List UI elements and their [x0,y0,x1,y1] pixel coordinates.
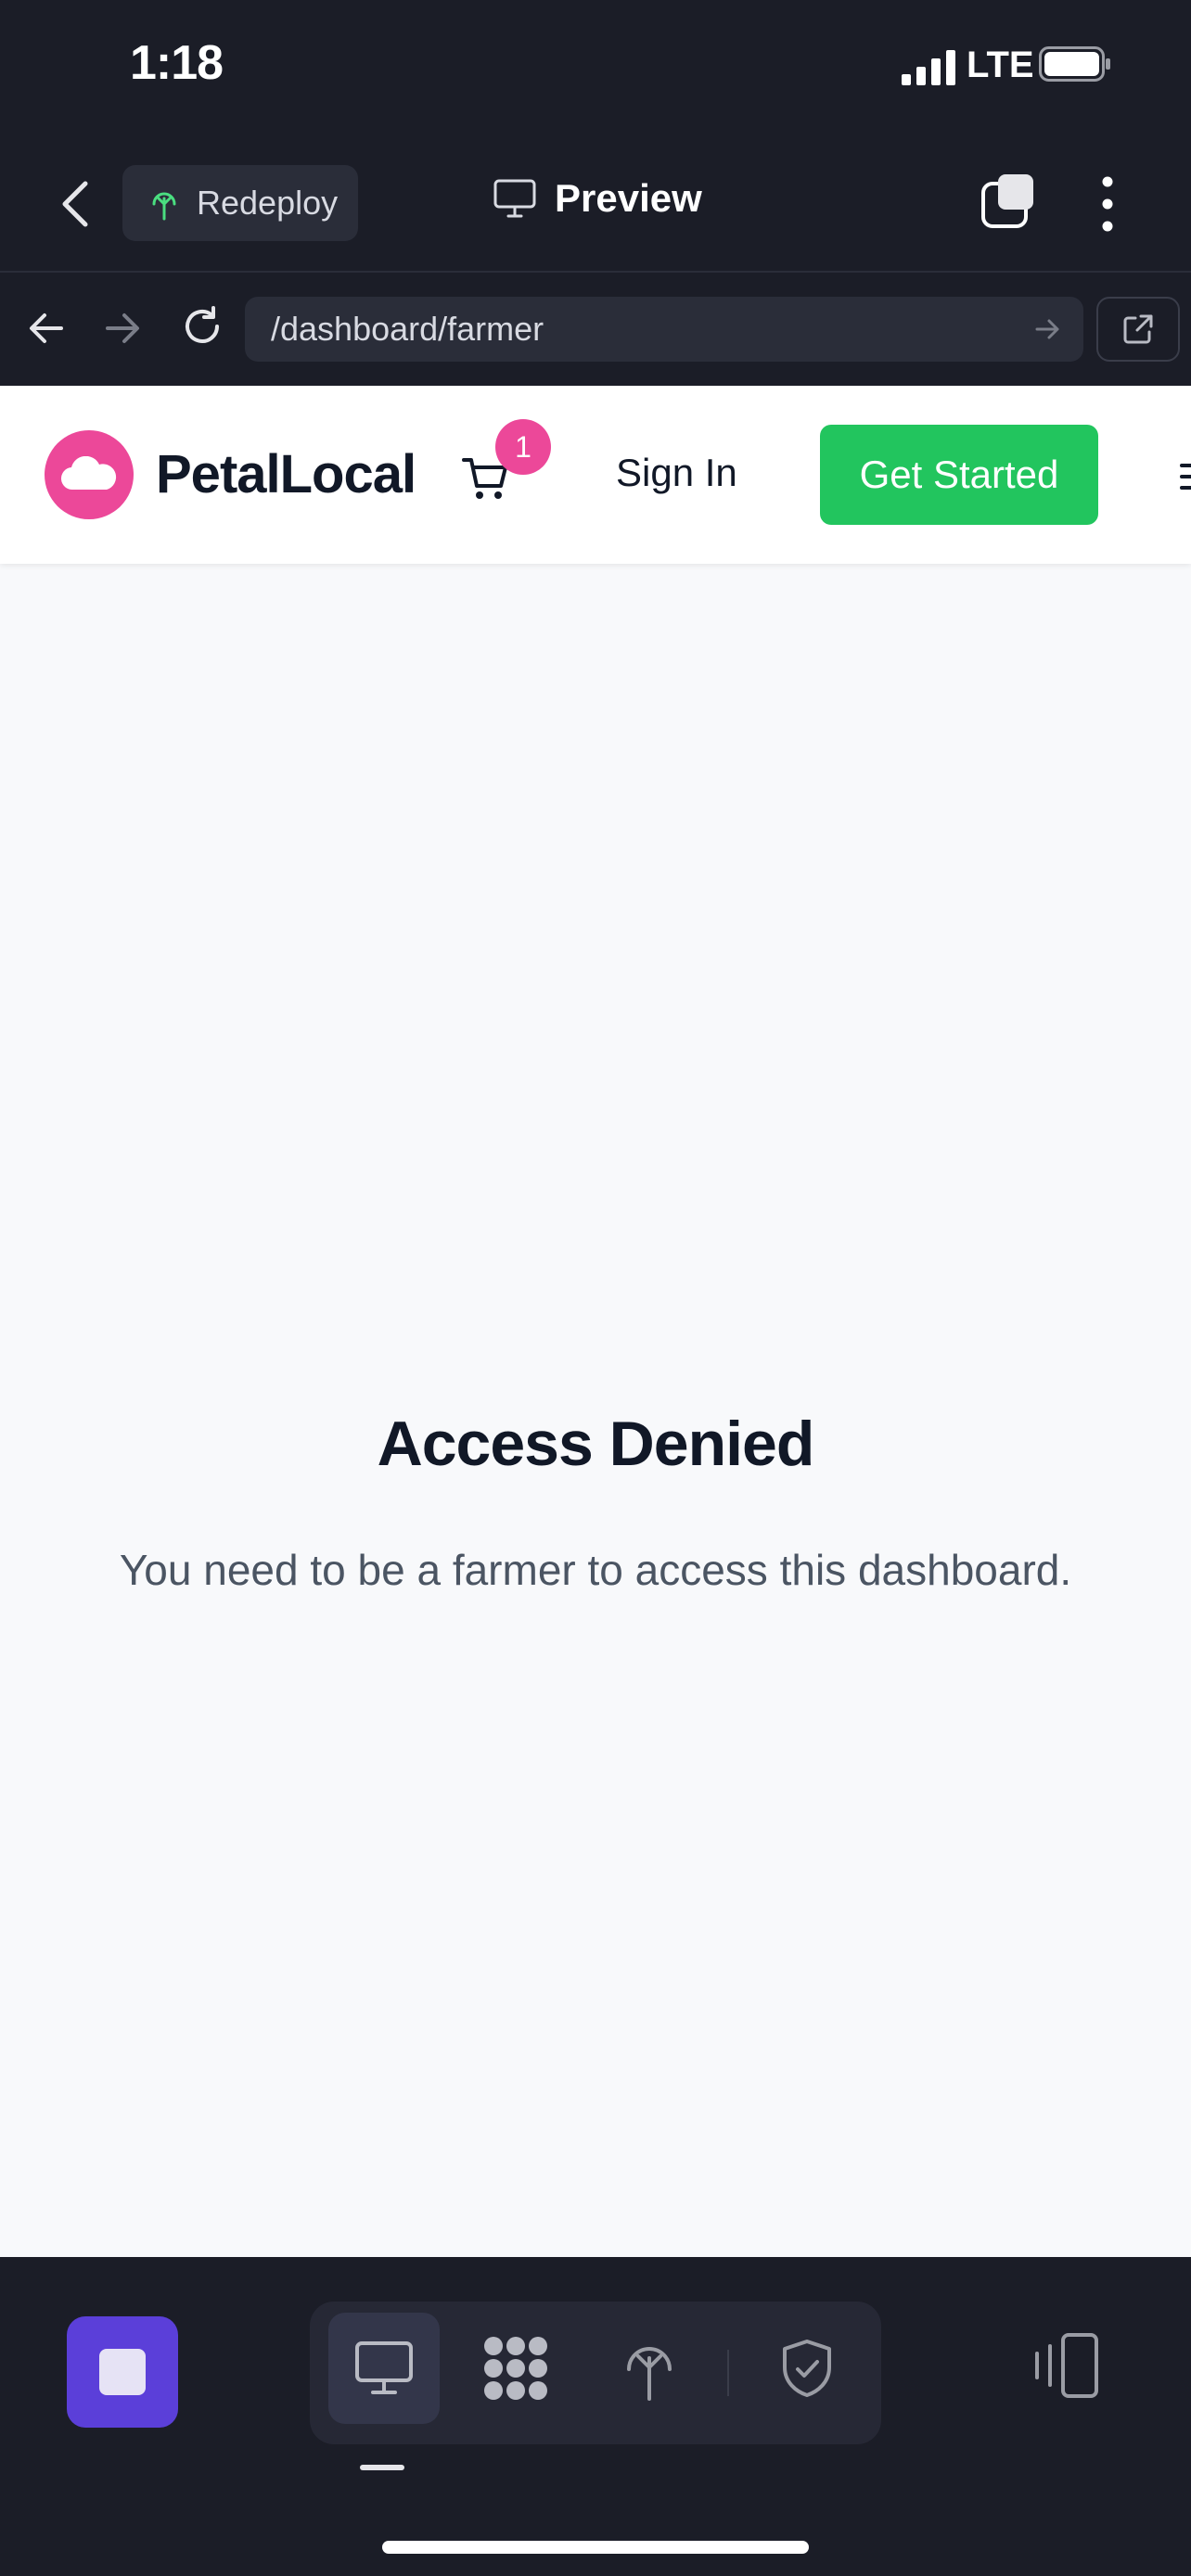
arrow-left-icon[interactable] [26,308,67,349]
battery-icon [1039,46,1110,82]
arrow-right-icon[interactable] [102,308,143,349]
shield-check-icon [783,2340,831,2397]
app-toolbar: Redeploy Preview [0,137,1191,273]
mode-divider [727,2350,729,2396]
hamburger-menu-icon[interactable] [1180,462,1191,491]
access-denied-title: Access Denied [377,1409,815,1479]
reload-icon[interactable] [180,304,224,349]
site-header: PetalLocal 1 Sign In Get Started [0,386,1191,564]
stop-button[interactable] [67,2316,178,2428]
monitor-icon [493,179,536,218]
back-chevron-icon[interactable] [58,178,95,230]
preview-label: Preview [555,176,702,220]
logo-icon[interactable] [45,430,134,519]
deploy-tree-icon [627,2347,672,2401]
cart-count-badge: 1 [495,419,551,475]
monitor-icon [355,2341,413,2394]
stop-icon [99,2349,146,2395]
deploy-tree-icon [152,192,176,221]
view-mode-group [310,2302,881,2444]
external-link-icon [1123,314,1153,344]
cloud-icon [61,456,117,491]
home-indicator [382,2541,809,2554]
sign-in-link[interactable]: Sign In [616,451,737,495]
brand-name[interactable]: PetalLocal [156,443,416,505]
device-rotate-icon[interactable] [1030,2329,1104,2404]
browser-nav-bar: /dashboard/farmer [0,273,1191,386]
preview-mode-button[interactable] [328,2313,440,2424]
get-started-button[interactable]: Get Started [820,425,1098,525]
url-text: /dashboard/farmer [271,310,544,348]
canvas-mode-button[interactable] [460,2313,571,2424]
redeploy-button[interactable]: Redeploy [122,165,358,241]
access-denied-message: You need to be a farmer to access this d… [119,1546,1072,1594]
active-mode-indicator [360,2465,404,2470]
more-options-icon[interactable] [1095,174,1121,234]
go-arrow-icon[interactable] [1033,315,1061,343]
dots-grid-icon [484,2337,547,2400]
webpage-viewport: PetalLocal 1 Sign In Get Started Access … [0,386,1191,2257]
deploy-mode-button[interactable] [594,2313,705,2424]
network-type: LTE [967,45,1034,85]
redeploy-label: Redeploy [197,184,339,222]
signal-icon [902,50,955,85]
status-time: 1:18 [130,36,224,90]
preview-title: Preview [493,176,702,221]
open-external-button[interactable] [1096,297,1180,362]
status-bar: 1:18 LTE [0,0,1191,137]
tabs-icon[interactable] [980,172,1037,230]
security-mode-button[interactable] [751,2313,863,2424]
bottom-toolbar [0,2257,1191,2576]
url-field[interactable]: /dashboard/farmer [245,297,1083,362]
